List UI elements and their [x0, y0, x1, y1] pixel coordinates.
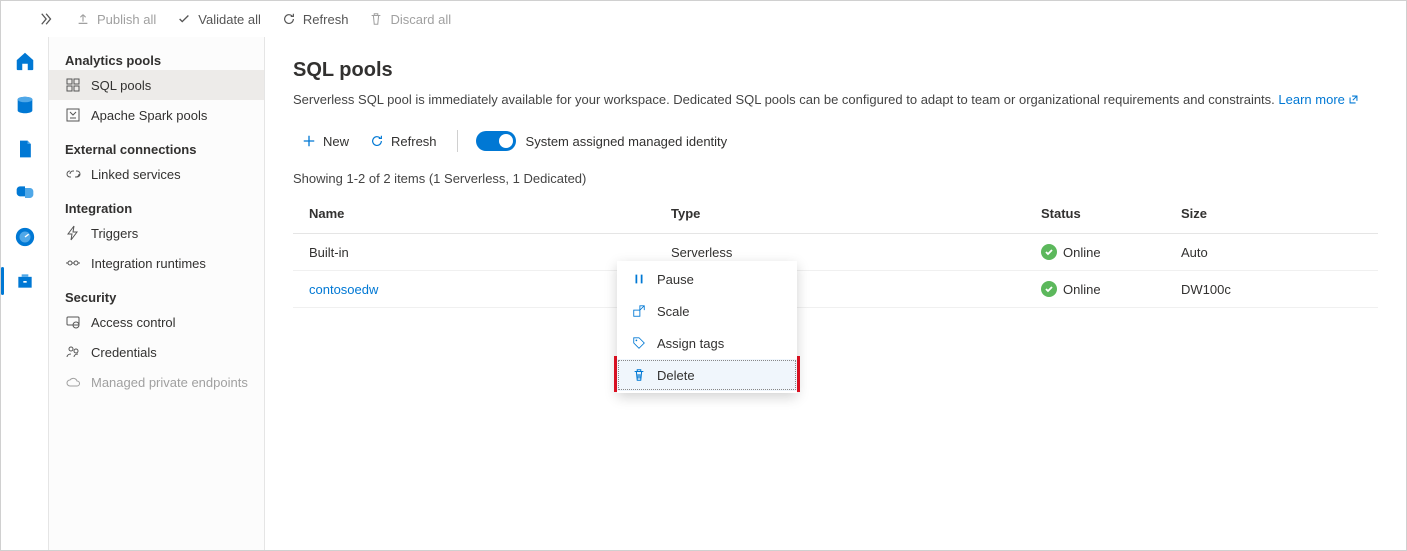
sidebar-item-access-control[interactable]: Access control: [49, 307, 264, 337]
rail-integrate[interactable]: [5, 173, 45, 213]
cell-status: Online: [1033, 271, 1173, 308]
command-bar: Publish all Validate all Refresh Discard…: [1, 1, 1406, 37]
sidebar-item-triggers[interactable]: Triggers: [49, 218, 264, 248]
ctx-pause[interactable]: Pause: [617, 263, 797, 295]
item-count: Showing 1-2 of 2 items (1 Serverless, 1 …: [293, 171, 1378, 186]
header-size[interactable]: Size: [1173, 194, 1378, 234]
discard-all-button[interactable]: Discard all: [358, 3, 461, 35]
sidebar-item-credentials[interactable]: Credentials: [49, 337, 264, 367]
identity-toggle[interactable]: [476, 131, 516, 151]
refresh-button[interactable]: Refresh: [271, 3, 359, 35]
table-row[interactable]: contosoedw Dedicated Online DW100c: [293, 271, 1378, 308]
external-link-icon: [1348, 94, 1359, 105]
refresh-action-label: Refresh: [391, 134, 437, 149]
refresh-icon: [369, 133, 385, 149]
header-type[interactable]: Type: [663, 194, 1033, 234]
trigger-icon: [65, 225, 81, 241]
ctx-scale-label: Scale: [657, 304, 690, 319]
section-analytics: Analytics pools: [49, 41, 264, 70]
plus-icon: [301, 133, 317, 149]
spark-icon: [65, 107, 81, 123]
access-label: Access control: [91, 315, 176, 330]
cell-size: Auto: [1173, 234, 1378, 271]
table-row[interactable]: Built-in Serverless Online Auto: [293, 234, 1378, 271]
runtimes-label: Integration runtimes: [91, 256, 206, 271]
ctx-scale[interactable]: Scale: [617, 295, 797, 327]
sql-pools-label: SQL pools: [91, 78, 151, 93]
credentials-icon: [65, 344, 81, 360]
page-description: Serverless SQL pool is immediately avail…: [293, 92, 1378, 107]
left-rail: [1, 37, 49, 550]
pause-icon: [631, 271, 647, 287]
cloud-icon: [65, 374, 81, 390]
tag-icon: [631, 335, 647, 351]
side-panel: Analytics pools SQL pools Apache Spark p…: [49, 37, 265, 550]
rail-data[interactable]: [5, 85, 45, 125]
cell-name: contosoedw: [293, 271, 663, 308]
mpe-label: Managed private endpoints: [91, 375, 248, 390]
validate-all-button[interactable]: Validate all: [166, 3, 271, 35]
sidebar-item-runtimes[interactable]: Integration runtimes: [49, 248, 264, 278]
header-status[interactable]: Status: [1033, 194, 1173, 234]
ctx-delete[interactable]: Delete: [617, 359, 797, 391]
divider: [457, 130, 458, 152]
pools-table: Name Type Status Size Built-in Serverles…: [293, 194, 1378, 308]
runtime-icon: [65, 255, 81, 271]
status-online-icon: [1041, 281, 1057, 297]
publish-all-button[interactable]: Publish all: [65, 3, 166, 35]
toggle-label: System assigned managed identity: [526, 134, 728, 149]
refresh-action-button[interactable]: Refresh: [361, 125, 445, 157]
page-title: SQL pools: [293, 59, 1378, 82]
collapse-panel-button[interactable]: [37, 9, 57, 29]
sql-pool-icon: [65, 77, 81, 93]
sidebar-item-managed-private-endpoints: Managed private endpoints: [49, 367, 264, 397]
identity-toggle-container: System assigned managed identity: [476, 131, 728, 151]
learn-more-link[interactable]: Learn more: [1278, 92, 1358, 107]
linked-icon: [65, 166, 81, 182]
section-external: External connections: [49, 130, 264, 159]
access-icon: [65, 314, 81, 330]
scale-icon: [631, 303, 647, 319]
rail-develop[interactable]: [5, 129, 45, 169]
spark-label: Apache Spark pools: [91, 108, 207, 123]
context-menu: Pause Scale Assign tags Delete: [617, 261, 797, 393]
trash-icon: [368, 11, 384, 27]
section-security: Security: [49, 278, 264, 307]
status-online-icon: [1041, 244, 1057, 260]
linked-label: Linked services: [91, 167, 181, 182]
refresh-icon: [281, 11, 297, 27]
main-content: SQL pools Serverless SQL pool is immedia…: [265, 37, 1406, 550]
new-button[interactable]: New: [293, 125, 357, 157]
credentials-label: Credentials: [91, 345, 157, 360]
refresh-label: Refresh: [303, 12, 349, 27]
publish-label: Publish all: [97, 12, 156, 27]
ctx-assign-tags[interactable]: Assign tags: [617, 327, 797, 359]
rail-manage[interactable]: [5, 261, 45, 301]
cell-status: Online: [1033, 234, 1173, 271]
action-bar: New Refresh System assigned managed iden…: [293, 125, 1378, 157]
header-name[interactable]: Name: [293, 194, 663, 234]
sidebar-item-linked-services[interactable]: Linked services: [49, 159, 264, 189]
ctx-delete-label: Delete: [657, 368, 695, 383]
delete-icon: [631, 367, 647, 383]
discard-label: Discard all: [390, 12, 451, 27]
ctx-pause-label: Pause: [657, 272, 694, 287]
sidebar-item-spark-pools[interactable]: Apache Spark pools: [49, 100, 264, 130]
publish-icon: [75, 11, 91, 27]
ctx-tags-label: Assign tags: [657, 336, 724, 351]
rail-monitor[interactable]: [5, 217, 45, 257]
pool-name-link[interactable]: contosoedw: [309, 282, 378, 297]
triggers-label: Triggers: [91, 226, 138, 241]
rail-home[interactable]: [5, 41, 45, 81]
validate-label: Validate all: [198, 12, 261, 27]
check-icon: [176, 11, 192, 27]
cell-name: Built-in: [293, 234, 663, 271]
cell-size: DW100c: [1173, 271, 1378, 308]
sidebar-item-sql-pools[interactable]: SQL pools: [49, 70, 264, 100]
section-integration: Integration: [49, 189, 264, 218]
new-label: New: [323, 134, 349, 149]
